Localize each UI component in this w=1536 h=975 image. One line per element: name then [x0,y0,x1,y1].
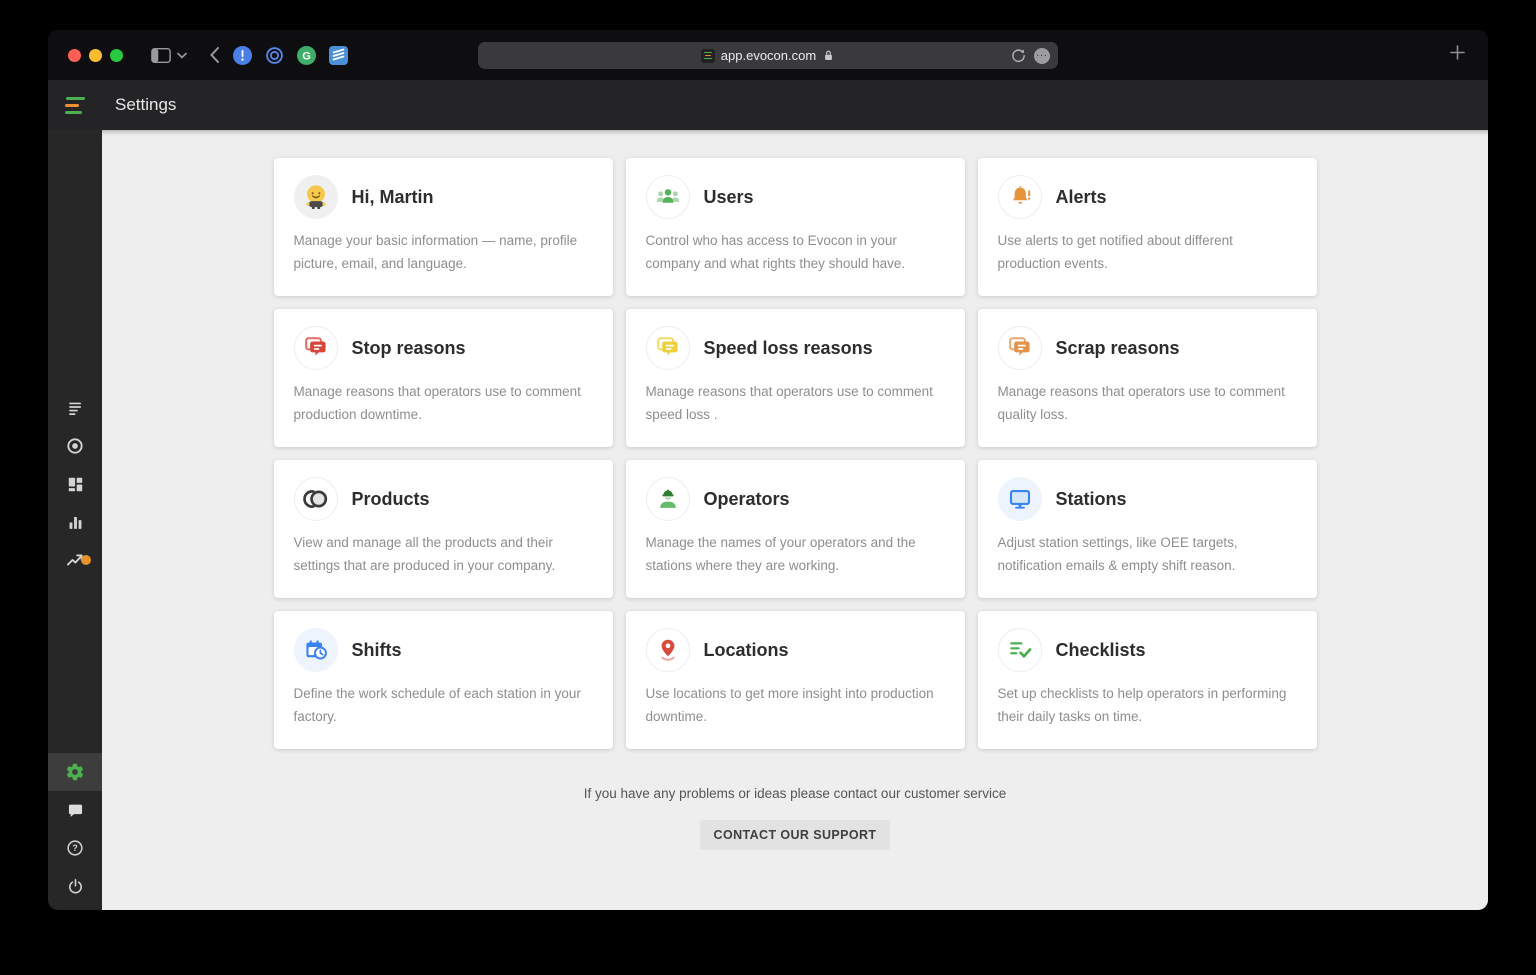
card-title: Speed loss reasons [703,337,873,358]
settings-content: Hi, Martin Manage your basic information… [102,130,1488,910]
new-tab-icon[interactable] [1449,44,1466,66]
sidebar-item-help[interactable]: ? [48,829,102,867]
window-controls [68,48,123,62]
card-description: View and manage all the products and the… [293,535,556,573]
grammarly-extension-icon[interactable]: G [297,45,316,65]
svg-text:?: ? [72,843,77,853]
card-title: Hi, Martin [351,186,434,207]
card-bell[interactable]: Alerts Use alerts to get notified about … [977,158,1317,296]
logout-power-icon [68,878,82,893]
card-description: Set up checklists to help operators in p… [997,686,1287,724]
checklists-icon [997,628,1042,672]
card-title: Products [351,488,430,509]
card-title: Operators [703,488,790,509]
card-title: Shifts [351,639,402,660]
feedback-chat-icon [68,804,82,817]
operators-icon [645,477,690,521]
live-view-icon [67,438,83,454]
address-bar[interactable]: app.evocon.com ... [478,42,1058,69]
avatar-icon [293,175,338,219]
sidebar-bottom-group: ? [48,753,102,905]
card-description: Manage reasons that operators use to com… [293,384,581,422]
stations-icon [997,477,1042,521]
card-stop-reasons[interactable]: Stop reasons Manage reasons that operato… [273,309,613,447]
svg-text:G: G [302,50,311,62]
sidebar-item-reports[interactable] [48,503,102,541]
scrap-reasons-icon [997,326,1042,370]
shifts-icon [293,628,338,672]
lock-icon [825,50,833,61]
card-description: Manage reasons that operators use to com… [645,384,933,422]
browser-sidebar-toggle-icon[interactable] [151,47,171,64]
minimize-window-button[interactable] [89,48,102,62]
users-icon [645,175,690,219]
evocon-logo-menu-icon[interactable] [48,96,102,114]
onepassword-extension-icon[interactable] [265,45,284,65]
card-stations[interactable]: Stations Adjust station settings, like O… [977,460,1317,598]
card-title: Alerts [1055,186,1107,207]
sidebar-item-feedback[interactable] [48,791,102,829]
card-description: Manage the names of your operators and t… [645,535,916,573]
support-footer: If you have any problems or ideas please… [102,786,1488,850]
close-window-button[interactable] [68,48,81,62]
speed-loss-reasons-icon [645,326,690,370]
app-header: Settings [48,80,1488,130]
back-icon[interactable] [209,46,220,64]
card-description: Manage your basic information — name, pr… [293,233,578,271]
card-locations[interactable]: Locations Use locations to get more insi… [625,611,965,749]
sidebar-item-trends[interactable] [48,541,102,579]
card-description: Control who has access to Evocon in your… [645,233,906,271]
evocon-favicon [700,48,715,63]
trends-notification-badge [81,555,91,565]
card-shifts[interactable]: Shifts Define the work schedule of each … [273,611,613,749]
card-title: Scrap reasons [1055,337,1180,358]
contact-support-button[interactable]: CONTACT OUR SUPPORT [699,820,891,850]
zoom-window-button[interactable] [110,48,123,62]
production-log-icon [68,402,81,415]
card-avatar[interactable]: Hi, Martin Manage your basic information… [273,158,613,296]
help-icon: ? [67,840,83,856]
bell-icon [997,175,1042,219]
settings-gear-icon [66,763,84,781]
sidebar-item-dashboard[interactable] [48,465,102,503]
page-title: Settings [115,95,177,114]
reload-icon[interactable] [1011,48,1026,63]
card-speed-loss-reasons[interactable]: Speed loss reasons Manage reasons that o… [625,309,965,447]
card-title: Stations [1055,488,1127,509]
products-icon [293,477,338,521]
card-products[interactable]: Products View and manage all the product… [273,460,613,598]
card-description: Use alerts to get notified about differe… [997,233,1233,271]
sidebar-item-settings[interactable] [48,753,102,791]
card-title: Checklists [1055,639,1146,660]
alert-extension-icon[interactable] [233,45,252,65]
card-scrap-reasons[interactable]: Scrap reasons Manage reasons that operat… [977,309,1317,447]
browser-window: G app.evocon.com ... Settings ? Hi, Mart… [48,30,1488,910]
dashboard-icon [68,477,82,491]
sidebar-item-production-log[interactable] [48,389,102,427]
card-users[interactable]: Users Control who has access to Evocon i… [625,158,965,296]
sidebar-item-live-view[interactable] [48,427,102,465]
settings-card-grid: Hi, Martin Manage your basic information… [273,158,1317,749]
sidebar-item-logout[interactable] [48,867,102,905]
locations-icon [645,628,690,672]
card-title: Users [703,186,754,207]
more-options-icon[interactable]: ... [1034,47,1050,64]
card-description: Manage reasons that operators use to com… [997,384,1285,422]
support-text: If you have any problems or ideas please… [583,786,1007,801]
chevron-down-icon[interactable] [177,52,187,59]
reports-icon [69,516,81,529]
card-operators[interactable]: Operators Manage the names of your opera… [625,460,965,598]
browser-toolbar: G app.evocon.com ... [48,30,1488,80]
card-description: Use locations to get more insight into p… [645,686,934,724]
url-text: app.evocon.com [720,48,817,63]
card-checklists[interactable]: Checklists Set up checklists to help ope… [977,611,1317,749]
sidebar-nav-group [48,389,102,579]
stop-reasons-icon [293,326,338,370]
card-title: Locations [703,639,789,660]
notes-extension-icon[interactable] [329,45,348,65]
app-sidebar: ? [48,130,102,910]
card-description: Adjust station settings, like OEE target… [997,535,1238,573]
card-description: Define the work schedule of each station… [293,686,581,724]
card-title: Stop reasons [351,337,466,358]
